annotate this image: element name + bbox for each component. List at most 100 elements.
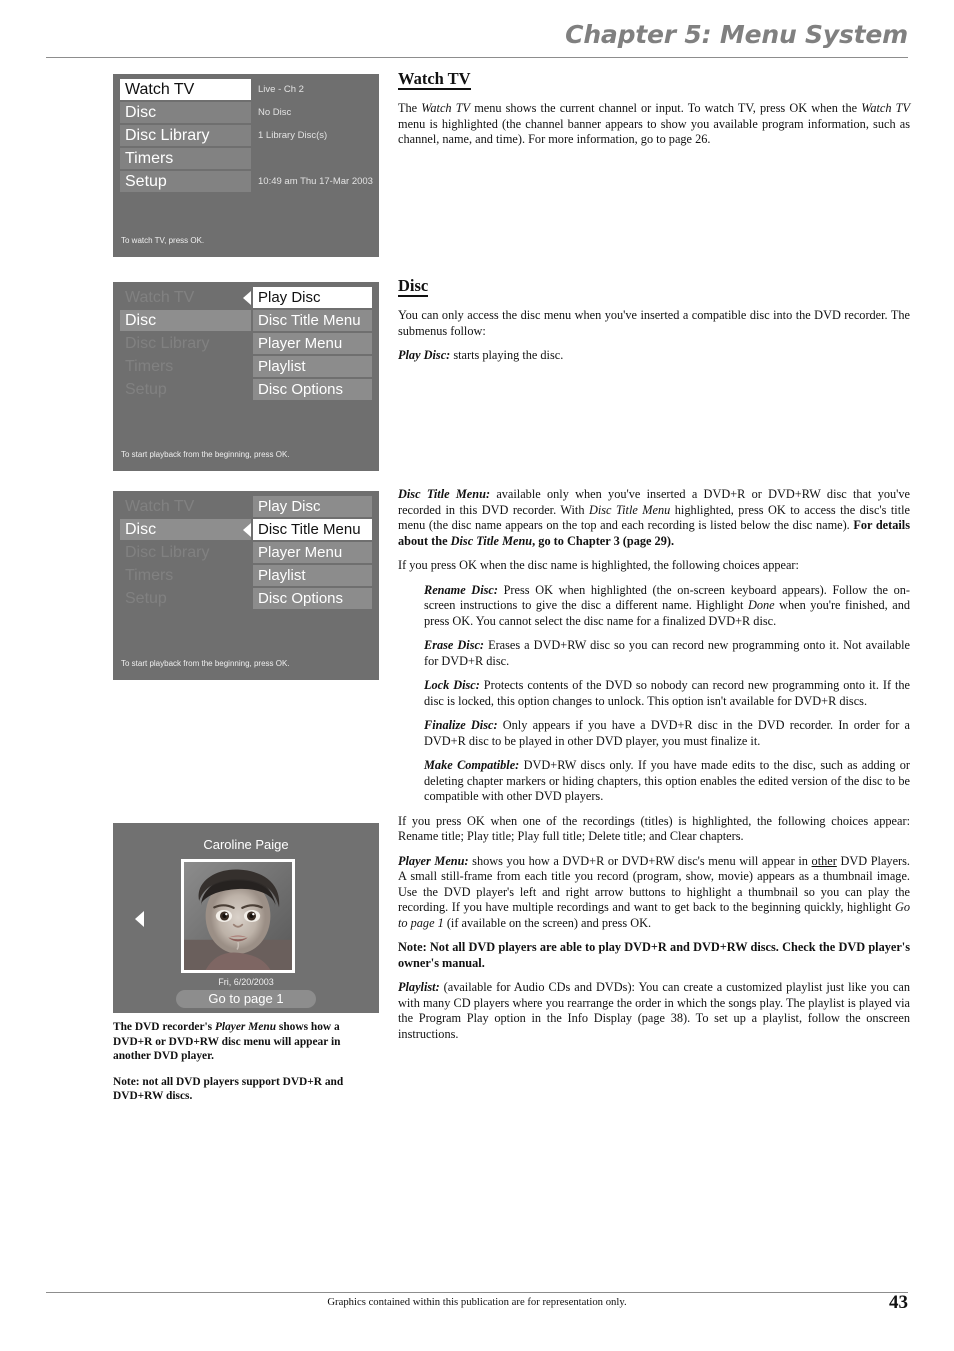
osd-disc-title-menu-screenshot: Watch TV Disc Disc Library Timers Setup …	[113, 491, 379, 680]
page-number: 43	[889, 1292, 908, 1313]
lock-disc-text: Protects contents of the DVD so nobody c…	[424, 678, 910, 708]
watch-tv-paragraph: The Watch TV menu shows the current chan…	[398, 101, 910, 148]
wt-italic-2: Watch TV	[861, 101, 910, 116]
osd-main-menu-list: Watch TV Disc Disc Library Timers Setup	[120, 287, 251, 402]
rename-italic: Done	[747, 598, 775, 612]
playlist-paragraph: Playlist: (available for Audio CDs and D…	[398, 980, 910, 1042]
osd-submenu-item-player-menu[interactable]: Player Menu	[253, 542, 372, 563]
osd-hint-text: To start playback from the beginning, pr…	[121, 659, 290, 668]
finalize-disc-term: Finalize Disc:	[424, 718, 498, 732]
player-menu-recording-date: Fri, 6/20/2003	[218, 977, 274, 987]
osd-menu-item-timers[interactable]: Timers	[120, 148, 251, 169]
wt-text-c: menu is highlighted (the channel banner …	[398, 116, 910, 147]
osd-menu-item-disc[interactable]: Disc	[120, 519, 251, 540]
player-note-paragraph: Note: Not all DVD players are able to pl…	[398, 940, 910, 971]
player-underline: other	[811, 853, 837, 868]
osd-menu-item-disc-library[interactable]: Disc Library	[120, 333, 251, 354]
osd-menu-item-setup[interactable]: Setup	[120, 171, 251, 192]
header-divider	[46, 57, 908, 58]
osd-menu-item-timers[interactable]: Timers	[120, 565, 251, 586]
osd-disc-submenu-list: Play Disc Disc Title Menu Player Menu Pl…	[253, 496, 372, 611]
section-heading-watch-tv: Watch TV	[398, 70, 471, 91]
footer-note: Graphics contained within this publicati…	[327, 1296, 627, 1308]
play-disc-term: Play Disc:	[398, 348, 451, 363]
rename-disc-term: Rename Disc:	[424, 582, 498, 597]
osd-menu-item-setup[interactable]: Setup	[120, 379, 251, 400]
arrow-left-icon	[243, 523, 251, 537]
caption-paragraph-1: The DVD recorder's Player Menu shows how…	[113, 1020, 381, 1064]
playlist-text: (available for Audio CDs and DVDs): You …	[398, 980, 910, 1041]
playlist-term: Playlist:	[398, 980, 440, 994]
disc-title-menu-paragraph: Disc Title Menu: available only when you…	[398, 487, 910, 549]
osd-submenu-item-play-disc[interactable]: Play Disc	[253, 496, 372, 517]
dtm-bold-italic: Disc Title Menu	[450, 533, 533, 548]
arrow-left-icon	[243, 291, 251, 305]
osd-status-clock: 10:49 am Thu 17-Mar 2003	[258, 176, 373, 187]
go-to-page-button[interactable]: Go to page 1	[176, 990, 316, 1008]
osd-menu-item-watch-tv[interactable]: Watch TV	[120, 79, 251, 100]
osd-hint-text: To start playback from the beginning, pr…	[121, 450, 290, 459]
osd-menu-item-disc[interactable]: Disc	[120, 102, 251, 123]
arrow-left-icon[interactable]	[135, 911, 144, 927]
osd-menu-item-disc[interactable]: Disc	[120, 310, 251, 331]
player-text-a: shows you how a DVD+R or DVD+RW disc's m…	[468, 853, 812, 868]
osd-disc-play-screenshot: Watch TV Disc Disc Library Timers Setup …	[113, 282, 379, 471]
player-note-bold: Note: Not all DVD players are able to pl…	[398, 940, 910, 970]
player-text-c: (if available on the screen) and press O…	[443, 915, 652, 930]
finalize-disc-text: Only appears if you have a DVD+R disc in…	[424, 718, 910, 748]
erase-disc-paragraph: Erase Disc: Erases a DVD+RW disc so you …	[398, 638, 910, 669]
osd-menu-item-setup[interactable]: Setup	[120, 588, 251, 609]
osd-submenu-item-disc-options[interactable]: Disc Options	[253, 588, 372, 609]
osd-submenu-item-disc-title-menu[interactable]: Disc Title Menu	[253, 310, 372, 331]
arrow-right-icon	[364, 291, 372, 305]
chapter-title: Chapter 5: Menu System	[565, 20, 908, 49]
osd-status-disc: No Disc	[258, 107, 292, 118]
figure-caption: The DVD recorder's Player Menu shows how…	[113, 1020, 381, 1115]
osd-main-menu-status-column: Live - Ch 2 No Disc 1 Library Disc(s) 10…	[258, 79, 376, 194]
arrow-right-icon	[364, 523, 372, 537]
osd-menu-item-disc-library[interactable]: Disc Library	[120, 542, 251, 563]
player-menu-thumbnail[interactable]	[181, 859, 295, 973]
osd-menu-item-watch-tv[interactable]: Watch TV	[120, 287, 251, 308]
erase-disc-text: Erases a DVD+RW disc so you can record n…	[424, 638, 911, 668]
osd-main-menu-list: Watch TV Disc Disc Library Timers Setup	[120, 79, 251, 194]
caption-note: Note: not all DVD players support DVD+R …	[113, 1075, 344, 1103]
make-compatible-paragraph: Make Compatible: DVD+RW discs only. If y…	[398, 758, 910, 805]
osd-menu-item-disc-library[interactable]: Disc Library	[120, 125, 251, 146]
section-watch-tv: Watch TV The Watch TV menu shows the cur…	[398, 70, 910, 157]
osd-submenu-item-playlist[interactable]: Playlist	[253, 356, 372, 377]
disc-name-choices-paragraph: If you press OK when the disc name is hi…	[398, 558, 799, 572]
osd-menu-item-watch-tv[interactable]: Watch TV	[120, 496, 251, 517]
osd-status-library-count: 1 Library Disc(s)	[258, 130, 328, 141]
wt-text-a: The	[398, 101, 422, 116]
osd-status-live-channel: Live - Ch 2	[258, 84, 304, 95]
dtm-term: Disc Title Menu:	[398, 487, 491, 501]
dtm-bold-b: , go to Chapter 3 (page 29).	[532, 533, 675, 548]
play-disc-paragraph: Play Disc: starts playing the disc.	[398, 348, 910, 364]
erase-disc-term: Erase Disc:	[424, 638, 485, 652]
play-disc-text: starts playing the disc.	[450, 348, 564, 363]
rename-disc-paragraph: Rename Disc: Press OK when highlighted (…	[398, 583, 910, 630]
lock-disc-paragraph: Lock Disc: Protects contents of the DVD …	[398, 678, 910, 709]
osd-main-menu-list: Watch TV Disc Disc Library Timers Setup	[120, 496, 251, 611]
player-menu-paragraph: Player Menu: shows you how a DVD+R or DV…	[398, 854, 910, 932]
player-menu-term: Player Menu:	[398, 853, 469, 868]
section-disc: Disc You can only access the disc menu w…	[398, 277, 910, 373]
finalize-disc-paragraph: Finalize Disc: Only appears if you have …	[398, 718, 910, 749]
titles-choices-paragraph: If you press OK when one of the recordin…	[398, 813, 910, 844]
osd-menu-item-timers[interactable]: Timers	[120, 356, 251, 377]
player-menu-disc-title: Caroline Paige	[203, 837, 289, 852]
osd-submenu-item-player-menu[interactable]: Player Menu	[253, 333, 372, 354]
osd-submenu-item-disc-title-menu[interactable]: Disc Title Menu	[253, 519, 372, 540]
osd-player-menu-screenshot: Caroline Paige Fri, 6/20/2003 Go to page…	[113, 823, 379, 1013]
wt-text-b: menu shows the current channel or input.…	[470, 101, 862, 116]
osd-submenu-item-playlist[interactable]: Playlist	[253, 565, 372, 586]
osd-submenu-item-disc-options[interactable]: Disc Options	[253, 379, 372, 400]
section-heading-disc: Disc	[398, 277, 429, 298]
caption-prefix: The DVD recorder's	[113, 1021, 215, 1033]
footer-divider	[46, 1292, 908, 1293]
lock-disc-term: Lock Disc:	[424, 678, 480, 692]
dtm-italic: Disc Title Menu	[588, 502, 671, 517]
wt-italic-1: Watch TV	[421, 101, 471, 116]
osd-submenu-item-play-disc[interactable]: Play Disc	[253, 287, 372, 308]
